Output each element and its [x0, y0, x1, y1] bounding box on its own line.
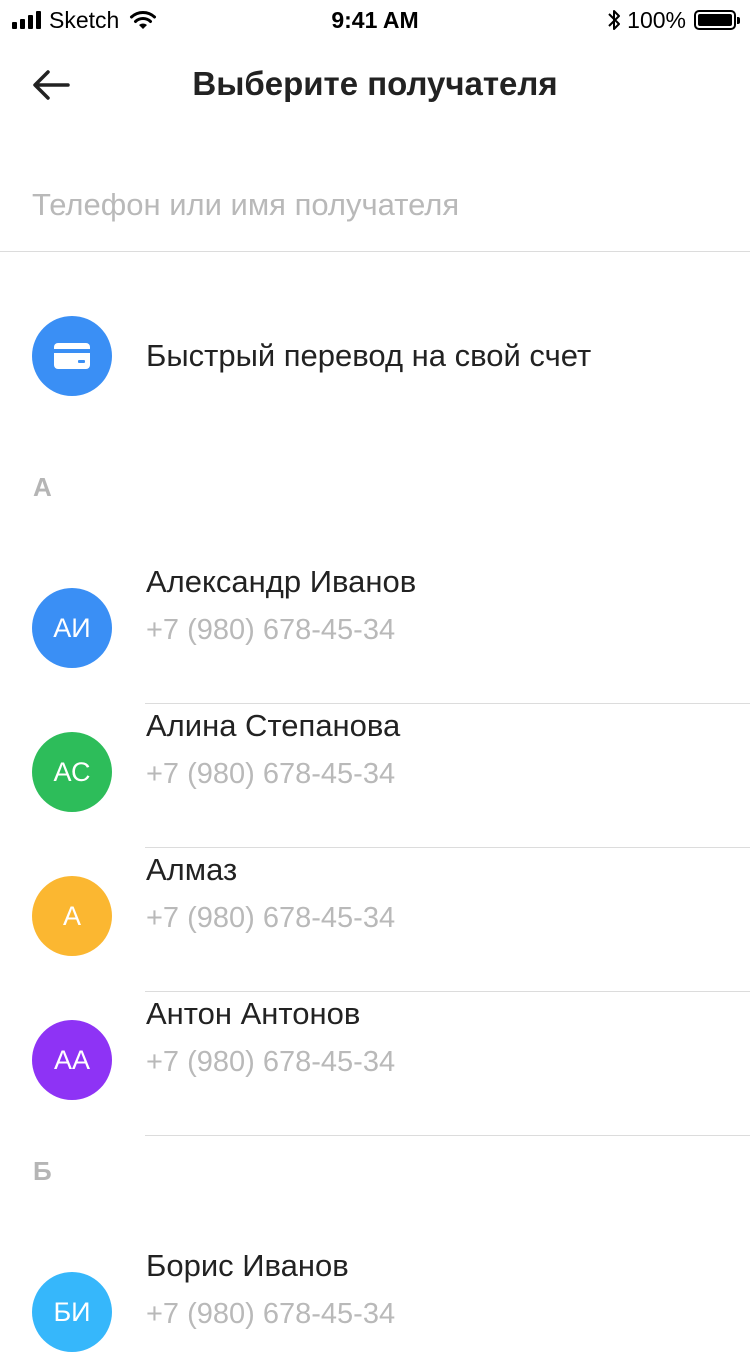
- quick-transfer-row[interactable]: Быстрый перевод на свой счет: [0, 316, 750, 396]
- header: Выберите получателя: [0, 40, 750, 130]
- contact-name: Александр Иванов: [146, 564, 417, 599]
- battery-icon: [694, 10, 740, 30]
- search-input[interactable]: [32, 180, 722, 230]
- contact-row[interactable]: АИ Александр Иванов +7 (980) 678-45-34: [0, 560, 750, 704]
- contact-row[interactable]: А Алмаз +7 (980) 678-45-34: [0, 848, 750, 992]
- avatar: А: [32, 876, 112, 956]
- section-header-a: А: [33, 472, 52, 502]
- bluetooth-icon: [608, 10, 621, 30]
- search-field: [0, 160, 750, 252]
- contact-row[interactable]: БИ Борис Иванов +7 (980) 678-45-34: [0, 1244, 750, 1352]
- contact-phone: +7 (980) 678-45-34: [146, 1046, 396, 1078]
- card-icon: [54, 343, 90, 369]
- battery-percent: 100%: [627, 7, 686, 33]
- quick-transfer-label: Быстрый перевод на свой счет: [146, 338, 592, 373]
- avatar: БИ: [32, 1272, 112, 1352]
- divider: [145, 1135, 750, 1136]
- status-bar: Sketch 9:41 AM 100%: [0, 0, 750, 40]
- avatar: АС: [32, 732, 112, 812]
- contact-name: Антон Антонов: [146, 996, 361, 1031]
- status-bar-right: 100%: [607, 6, 740, 34]
- avatar: АИ: [32, 588, 112, 668]
- contact-name: Алмаз: [146, 852, 238, 887]
- page-title: Выберите получателя: [192, 65, 558, 102]
- contact-row[interactable]: АА Антон Антонов +7 (980) 678-45-34: [0, 992, 750, 1136]
- contact-phone: +7 (980) 678-45-34: [146, 758, 396, 790]
- contact-phone: +7 (980) 678-45-34: [146, 614, 396, 646]
- section-header-b: Б: [33, 1156, 52, 1186]
- contact-phone: +7 (980) 678-45-34: [146, 1298, 396, 1330]
- contact-row[interactable]: АС Алина Степанова +7 (980) 678-45-34: [0, 704, 750, 848]
- avatar: АА: [32, 1020, 112, 1100]
- quick-transfer-avatar: [32, 316, 112, 396]
- contact-phone: +7 (980) 678-45-34: [146, 902, 396, 934]
- contact-name: Алина Степанова: [146, 708, 401, 743]
- contact-name: Борис Иванов: [146, 1248, 349, 1283]
